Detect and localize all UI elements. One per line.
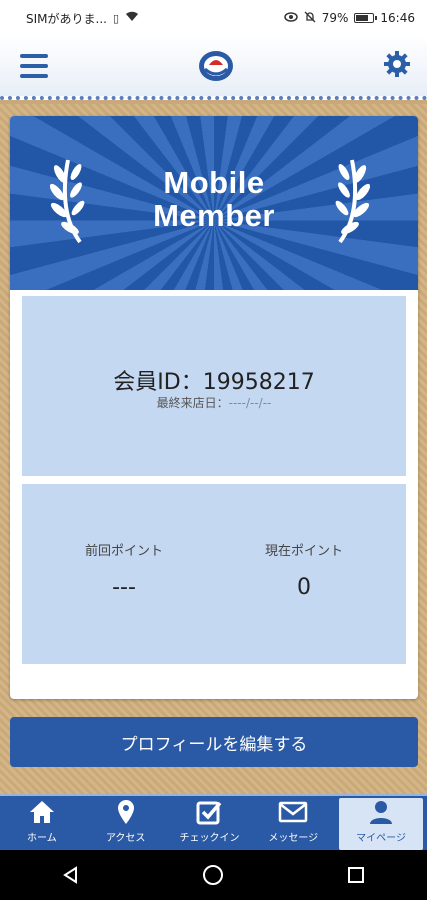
system-nav-bar: [0, 850, 427, 900]
status-bar: SIMがありま... ▯ 79% 16:46: [0, 0, 427, 36]
tab-access-label: アクセス: [105, 833, 146, 844]
current-points-label: 現在ポイント: [264, 544, 343, 559]
tab-message[interactable]: メッセージ: [251, 796, 335, 850]
member-card: Mobile Member 会員ID：19958217 最終来店日：----/-…: [10, 116, 418, 699]
last-visit-value: ----/--/--: [228, 396, 272, 410]
tab-message-label: メッセージ: [268, 833, 319, 844]
tab-access[interactable]: アクセス: [84, 796, 168, 850]
previous-points: 前回ポイント ---: [34, 540, 214, 600]
back-icon[interactable]: [41, 855, 101, 895]
previous-points-value: ---: [112, 575, 136, 600]
clock: 16:46: [380, 11, 415, 25]
tab-mypage-label: マイページ: [356, 833, 406, 844]
carrier-text: SIMがありま...: [26, 11, 107, 26]
current-points: 現在ポイント 0: [214, 540, 394, 600]
tab-checkin[interactable]: チェックイン: [168, 796, 252, 850]
eye-icon: [283, 11, 298, 25]
gear-icon[interactable]: [383, 50, 411, 83]
bell-muted-icon: [304, 11, 316, 26]
bottom-tab-bar: ホーム アクセス チェックイン メッセージ マイページ: [0, 794, 427, 850]
member-id: 会員ID：19958217: [22, 364, 406, 396]
sim-card-icon: ▯: [112, 11, 120, 25]
last-visit: 最終来店日：----/--/--: [22, 394, 406, 411]
home-icon: [28, 798, 56, 826]
home-circle-icon[interactable]: [183, 855, 243, 895]
tab-home-label: ホーム: [27, 833, 57, 844]
wifi-icon: [125, 11, 139, 25]
tab-mypage[interactable]: マイページ: [339, 798, 423, 850]
last-visit-label: 最終来店日：: [156, 396, 229, 410]
tab-home[interactable]: ホーム: [0, 796, 84, 850]
envelope-icon: [278, 798, 308, 826]
person-icon: [368, 798, 394, 826]
member-banner: Mobile Member: [10, 116, 418, 290]
current-points-value: 0: [297, 575, 311, 600]
tab-checkin-label: チェックイン: [179, 833, 240, 844]
recents-square-icon[interactable]: [326, 855, 386, 895]
member-id-label: 会員ID：: [113, 370, 203, 395]
battery-percent: 79%: [321, 11, 349, 25]
member-id-value: 19958217: [202, 370, 315, 395]
laurel-right-icon: [335, 159, 370, 244]
map-pin-icon: [116, 798, 136, 826]
brand-logo-icon[interactable]: [197, 49, 235, 83]
battery-icon: [354, 13, 378, 23]
app-header: [0, 36, 427, 100]
hamburger-menu-icon[interactable]: [20, 54, 48, 78]
member-id-panel: 会員ID：19958217 最終来店日：----/--/--: [22, 296, 406, 476]
points-panel: 前回ポイント --- 現在ポイント 0: [22, 484, 406, 664]
edit-profile-button[interactable]: プロフィールを編集する: [10, 717, 418, 767]
previous-points-label: 前回ポイント: [84, 544, 163, 559]
checkin-icon: [195, 798, 223, 826]
